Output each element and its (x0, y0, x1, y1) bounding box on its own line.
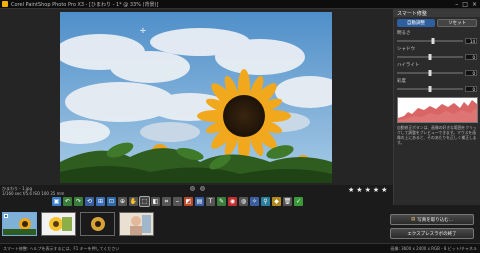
saturation-slider-block: 彩度 0 (394, 77, 480, 93)
image-viewer[interactable]: ✛ (0, 9, 393, 185)
crop-icon[interactable]: ⌗ (162, 197, 171, 206)
star-icon[interactable]: ★ (381, 186, 387, 194)
color-icon[interactable]: ◩ (184, 197, 193, 206)
levels-icon[interactable]: ▤ (195, 197, 204, 206)
close-button[interactable]: × (472, 0, 477, 9)
saturation-value[interactable]: 0 (465, 86, 477, 92)
folder-icon: ▤ (410, 217, 416, 222)
auto-adjust-button[interactable]: 自動調整 (397, 19, 435, 27)
slider-thumb[interactable] (428, 70, 432, 76)
panel-button-row: 自動調整 リセット (394, 17, 480, 29)
previous-image-button[interactable] (190, 186, 195, 191)
shadow-value[interactable]: 0 (465, 54, 477, 60)
save-icon[interactable]: ▣ (52, 197, 61, 206)
clone-icon[interactable]: ◍ (239, 197, 248, 206)
shadow-slider[interactable] (397, 54, 463, 60)
slider-label: シャドウ (397, 47, 415, 52)
status-bar: スマート修整: ヘルプを表示するには、F1 キーを押してください 画像: 360… (0, 243, 480, 253)
dropper-icon[interactable]: ⚲ (261, 197, 270, 206)
crosshair-cursor-icon: ✛ (140, 27, 146, 35)
brightness-slider-block: 明るさ 14 (394, 29, 480, 45)
zoom-icon[interactable]: ⊕ (118, 197, 127, 206)
grid-icon[interactable]: ⊞ (96, 197, 105, 206)
exit-express-lab-button[interactable]: エクスプレスラボの終了 (390, 228, 474, 239)
checkbox-icon[interactable] (4, 214, 8, 218)
star-icon[interactable]: ★ (356, 186, 362, 194)
compare-icon[interactable]: ◧ (151, 197, 160, 206)
window-title: Corel PaintShop Photo Pro X3 - [ひまわり - 1… (11, 1, 159, 8)
shadow-slider-block: シャドウ 0 (394, 45, 480, 61)
maximize-button[interactable]: □ (462, 0, 468, 9)
filmstrip (2, 212, 154, 236)
slider-label: 明るさ (397, 31, 411, 36)
smart-fix-panel: スマート修整 自動調整 リセット 明るさ 14 シャドウ 0 ハイライト 0 彩… (393, 9, 480, 205)
thumbnail-sunflower[interactable] (2, 212, 37, 236)
rotate-icon[interactable]: ⟲ (85, 197, 94, 206)
straighten-icon[interactable]: ⎯ (173, 197, 182, 206)
star-icon[interactable]: ★ (348, 186, 354, 194)
thumbnail-sunflower-2[interactable] (41, 212, 76, 236)
window-controls: – □ × (455, 0, 477, 9)
highlight-value[interactable]: 0 (465, 70, 477, 76)
panel-description: 自動修正ボタンは、画像の好きな範囲をクリックして調整をプレビューできます。マウス… (397, 125, 477, 145)
app-icon (2, 1, 8, 7)
redeye-icon[interactable]: ◉ (228, 197, 237, 206)
makeover-icon[interactable]: ✧ (250, 197, 259, 206)
sunflower-photo-art (60, 12, 332, 183)
star-icon[interactable]: ★ (365, 186, 371, 194)
fill-icon[interactable]: ◆ (272, 197, 281, 206)
sunflower-photo[interactable] (60, 12, 332, 183)
panel-title: スマート修整 (394, 9, 480, 17)
slider-thumb[interactable] (431, 38, 435, 44)
brightness-value[interactable]: 14 (465, 38, 477, 44)
thumbnail-dark-flower[interactable] (80, 212, 115, 236)
exif-text: 1/160 sec f/5.6 ISO 100 35 mm (2, 191, 65, 196)
highlight-slider[interactable] (397, 70, 463, 76)
star-icon[interactable]: ★ (373, 186, 379, 194)
edit-toolbar: ▣ ↶ ↷ ⟲ ⊞ ⊡ ⊕ ✋ ⬚ ◧ ⌗ ⎯ ◩ ▤ T ✎ ◉ ◍ ✧ ⚲ ◆ 🗑 ✓ (52, 196, 303, 207)
hand-icon[interactable]: ✋ (129, 197, 138, 206)
undo-icon[interactable]: ↶ (63, 197, 72, 206)
done-icon[interactable]: ✓ (294, 197, 303, 206)
next-image-button[interactable] (200, 186, 205, 191)
text-icon[interactable]: T (206, 197, 215, 206)
status-left: スマート修整: ヘルプを表示するには、F1 キーを押してください (3, 245, 120, 251)
brush-icon[interactable]: ✎ (217, 197, 226, 206)
slider-label: ハイライト (397, 63, 420, 68)
highlight-slider-block: ハイライト 0 (394, 61, 480, 77)
title-bar: Corel PaintShop Photo Pro X3 - [ひまわり - 1… (0, 0, 480, 9)
slider-label: 彩度 (397, 79, 406, 84)
status-right: 画像: 3600 x 2400 x RGB - 8 ビット/チャネル (390, 245, 477, 251)
slider-thumb[interactable] (428, 86, 432, 92)
histogram (397, 97, 478, 123)
reset-button[interactable]: リセット (437, 19, 477, 27)
slider-thumb[interactable] (428, 54, 432, 60)
select-icon[interactable]: ⬚ (139, 196, 150, 207)
saturation-slider[interactable] (397, 86, 463, 92)
rating-stars: ★ ★ ★ ★ ★ (348, 186, 387, 194)
import-photos-button[interactable]: ▤ 写真を取り込む... (390, 214, 474, 225)
image-info: ひまわり - 1.jpg 1/160 sec f/5.6 ISO 100 35 … (2, 186, 64, 196)
minimize-button[interactable]: – (455, 0, 458, 9)
fit-icon[interactable]: ⊡ (107, 197, 116, 206)
redo-icon[interactable]: ↷ (74, 197, 83, 206)
brightness-slider[interactable] (397, 38, 463, 44)
image-navigation (190, 186, 205, 191)
thumbnail-portrait[interactable] (119, 212, 154, 236)
trash-icon[interactable]: 🗑 (283, 197, 292, 206)
histogram-graph (398, 100, 477, 122)
